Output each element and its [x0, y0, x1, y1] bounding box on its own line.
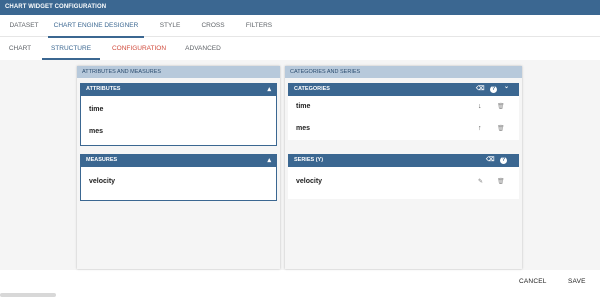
- subtab-configuration[interactable]: CONFIGURATION: [106, 38, 172, 60]
- cancel-button[interactable]: CANCEL: [519, 278, 547, 285]
- tab-style[interactable]: STYLE: [150, 15, 190, 37]
- help-icon[interactable]: ?: [490, 86, 497, 93]
- attributes-header: ATTRIBUTES ▴: [80, 83, 277, 96]
- eraser-icon[interactable]: ⌫: [476, 83, 484, 96]
- down-arrow-icon[interactable]: ↓: [478, 96, 482, 118]
- series-title: SERIES (Y): [294, 157, 324, 163]
- list-item[interactable]: velocity: [81, 167, 276, 197]
- tab-filters[interactable]: FILTERS: [237, 15, 281, 37]
- series-list: velocity ✎ 🗑: [288, 167, 519, 199]
- list-item[interactable]: time ↓ 🗑: [288, 96, 519, 118]
- eraser-icon[interactable]: ⌫: [486, 154, 494, 167]
- subtab-chart[interactable]: CHART: [0, 38, 40, 60]
- tab-chart-engine-designer-label: CHART ENGINE DESIGNER: [53, 22, 139, 29]
- subtab-structure[interactable]: STRUCTURE: [42, 38, 100, 60]
- attributes-card: ATTRIBUTES ▴ time mes: [80, 83, 277, 146]
- collapse-icon[interactable]: ▴: [267, 83, 271, 96]
- attributes-measures-title: ATTRIBUTES AND MEASURES: [77, 66, 280, 78]
- categories-title: CATEGORIES: [294, 86, 330, 92]
- list-item[interactable]: velocity ✎ 🗑: [288, 167, 519, 197]
- attributes-measures-panel: ATTRIBUTES AND MEASURES ATTRIBUTES ▴ tim…: [77, 66, 280, 269]
- categories-list: time ↓ 🗑 mes ↑ 🗑: [288, 96, 519, 140]
- delete-icon[interactable]: 🗑: [497, 118, 505, 140]
- series-label: velocity: [296, 178, 323, 185]
- list-item[interactable]: mes ↑ 🗑: [288, 118, 519, 140]
- subtab-structure-label: STRUCTURE: [50, 45, 92, 52]
- edit-icon[interactable]: ✎: [478, 167, 483, 197]
- attributes-list: time mes: [80, 96, 277, 146]
- attributes-title: ATTRIBUTES: [86, 86, 121, 92]
- main-tab-bar: DATASET CHART ENGINE DESIGNER STYLE CROS…: [0, 15, 600, 38]
- measures-list: velocity: [80, 167, 277, 201]
- measures-header: MEASURES ▴: [80, 154, 277, 167]
- category-label: mes: [296, 125, 311, 132]
- sub-tab-bar: CHART STRUCTURE CONFIGURATION ADVANCED: [0, 38, 600, 60]
- delete-icon[interactable]: 🗑: [497, 167, 505, 197]
- series-header: SERIES (Y) ⌫ ?: [288, 154, 519, 167]
- categories-series-title: CATEGORIES AND SERIES: [285, 66, 522, 78]
- categories-header: CATEGORIES ⌫ ? ⌄: [288, 83, 519, 96]
- chevron-down-icon[interactable]: ⌄: [504, 81, 509, 94]
- series-card: SERIES (Y) ⌫ ? velocity ✎ 🗑: [288, 154, 519, 199]
- help-icon[interactable]: ?: [500, 157, 507, 164]
- delete-icon[interactable]: 🗑: [497, 96, 505, 118]
- categories-card: CATEGORIES ⌫ ? ⌄ time ↓ 🗑 mes ↑ 🗑: [288, 83, 519, 140]
- tab-chart-engine-designer[interactable]: CHART ENGINE DESIGNER: [48, 15, 144, 38]
- tab-cross[interactable]: CROSS: [193, 15, 233, 37]
- subtab-advanced[interactable]: ADVANCED: [178, 38, 228, 60]
- list-item[interactable]: time: [81, 96, 276, 121]
- category-label: time: [296, 103, 311, 110]
- horizontal-scrollbar[interactable]: [0, 293, 56, 297]
- tab-dataset[interactable]: DATASET: [0, 15, 48, 37]
- categories-series-panel: CATEGORIES AND SERIES CATEGORIES ⌫ ? ⌄ t…: [285, 66, 522, 269]
- window-title: CHART WIDGET CONFIGURATION: [0, 0, 600, 15]
- up-arrow-icon[interactable]: ↑: [478, 118, 482, 140]
- measures-title: MEASURES: [86, 157, 118, 163]
- measures-card: MEASURES ▴ velocity: [80, 154, 277, 201]
- save-button[interactable]: SAVE: [568, 278, 586, 285]
- collapse-icon[interactable]: ▴: [267, 154, 271, 167]
- list-item[interactable]: mes: [81, 121, 276, 143]
